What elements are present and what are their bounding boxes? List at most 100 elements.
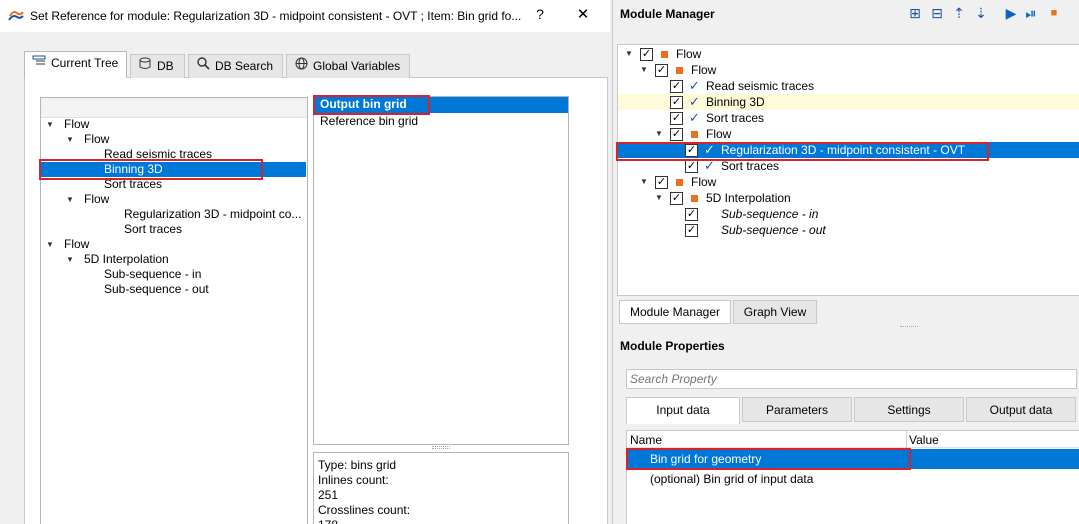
tree-item-label: Flow [64,237,90,251]
search-icon [195,55,211,77]
run-icon[interactable]: ▶ [1003,5,1019,21]
module-tree-label: Flow [706,127,732,141]
tree-item-label: Sub-sequence - in [104,267,202,281]
enable-checkbox[interactable]: ✓ [670,80,683,93]
flow-icon [676,67,683,74]
tab-input-data[interactable]: Input data [626,397,740,424]
splitter-handle[interactable] [900,326,918,329]
module-tree-row[interactable]: ✓ Sub-sequence - in [618,206,1079,222]
module-manager-title: Module Manager [620,7,715,21]
module-check-icon: ✓ [704,142,715,157]
enable-checkbox[interactable]: ✓ [670,112,683,125]
expand-arrow-icon[interactable]: ▼ [66,192,74,207]
splitter-handle[interactable] [432,446,450,449]
flow-icon [661,51,668,58]
table-row[interactable]: (optional) Bin grid of input data [627,472,813,488]
module-tree-row[interactable]: ▼ ✓ Flow [618,62,1079,78]
tab-graph-view[interactable]: Graph View [733,300,817,324]
move-down-icon[interactable]: ⇣ [973,5,989,21]
list-item-label: Reference bin grid [320,114,419,128]
tab-module-manager[interactable]: Module Manager [619,300,731,324]
expand-arrow-icon[interactable]: ▼ [655,190,663,205]
stop-icon[interactable]: ■ [1046,5,1062,21]
enable-checkbox[interactable]: ✓ [655,64,668,77]
expand-arrow-icon[interactable]: ▼ [66,132,74,147]
module-tree-label: Sub-sequence - in [721,207,819,221]
expand-arrow-icon[interactable]: ▼ [625,46,633,61]
add-module-icon[interactable]: ⊞ [907,5,923,21]
module-tree-label: Sub-sequence - out [721,223,826,237]
remove-module-icon[interactable]: ⊟ [929,5,945,21]
module-tree-row[interactable]: ✓ ✓ Read seismic traces [618,78,1079,94]
flow-icon [676,179,683,186]
column-divider [906,431,907,448]
tab-label: Global Variables [313,59,401,73]
enable-checkbox[interactable]: ✓ [640,48,653,61]
module-tree-row[interactable]: ▼ ✓ Flow [618,46,1079,62]
tab-settings[interactable]: Settings [854,397,964,422]
tab-parameters[interactable]: Parameters [742,397,852,422]
module-tree-row[interactable]: ▼ ✓ Flow [618,126,1079,142]
run-step-icon[interactable]: ⏯ [1023,5,1039,21]
expand-arrow-icon[interactable]: ▼ [655,126,663,141]
column-header-name[interactable]: Name [630,433,662,447]
column-header-value[interactable]: Value [909,433,939,447]
app-logo-icon [8,11,24,21]
enable-checkbox[interactable]: ✓ [685,144,698,157]
module-tree-row[interactable]: ▼ ✓ Flow [618,174,1079,190]
tree-item[interactable]: Binning 3D [41,162,306,177]
enable-checkbox[interactable]: ✓ [670,128,683,141]
flow-icon [691,131,698,138]
tab-db[interactable]: DB [130,54,185,78]
set-reference-dialog: Set Reference for module: Regularization… [0,0,610,524]
tab-label: Current Tree [51,56,119,70]
tree-item-label: Flow [64,117,90,131]
info-line: Type: bins grid [318,458,397,472]
reference-items-list[interactable] [313,96,569,445]
module-tree-row[interactable]: ▼ ✓ 5D Interpolation [618,190,1079,206]
tab-db-search[interactable]: DB Search [188,54,283,78]
enable-checkbox[interactable]: ✓ [670,192,683,205]
module-tree-row[interactable]: ✓ ✓ Regularization 3D - midpoint consisten… [618,142,1079,158]
enable-checkbox[interactable]: ✓ [685,224,698,237]
expand-arrow-icon[interactable]: ▼ [46,237,54,252]
tab-current-tree[interactable]: Current Tree [24,51,127,78]
module-tree-row[interactable]: ✓ ✓ Sort traces [618,110,1079,126]
module-properties-title: Module Properties [620,339,725,353]
close-button[interactable]: ✕ [568,4,598,26]
tab-global-variables[interactable]: Global Variables [286,54,410,78]
info-line: Inlines count: [318,473,389,487]
property-name: (optional) Bin grid of input data [650,472,814,486]
list-item-reference-bin-grid[interactable]: Reference bin grid [320,114,418,129]
move-up-icon[interactable]: ⇡ [951,5,967,21]
module-tree-label: Regularization 3D - midpoint consistent … [721,143,966,157]
module-tree-row[interactable]: ✓ ✓ Sort traces [618,158,1079,174]
expand-arrow-icon[interactable]: ▼ [640,174,648,189]
expand-arrow-icon[interactable]: ▼ [46,117,54,132]
tab-label: DB [157,59,174,73]
list-item-output-bin-grid[interactable]: Output bin grid [314,97,568,113]
tree-item-label: Flow [84,192,110,206]
enable-checkbox[interactable]: ✓ [685,208,698,221]
enable-checkbox[interactable]: ✓ [655,176,668,189]
info-line: Crosslines count: [318,503,411,517]
module-tree-row[interactable]: ✓ Sub-sequence - out [618,222,1079,238]
tab-output-data[interactable]: Output data [966,397,1076,422]
tree-item-label: Read seismic traces [104,147,213,161]
enable-checkbox[interactable]: ✓ [685,160,698,173]
help-button[interactable]: ? [532,6,548,26]
search-property-input[interactable]: Search Property [626,369,1077,389]
module-tree-label: 5D Interpolation [706,191,791,205]
tree-item-label: Sub-sequence - out [104,282,209,296]
tree-item-label: Regularization 3D - midpoint co... [124,207,302,221]
list-item-label: Output bin grid [320,97,407,111]
expand-arrow-icon[interactable]: ▼ [66,252,74,267]
module-tree-row[interactable]: ✓ ✓ Binning 3D [618,94,1079,110]
flow-icon [691,195,698,202]
tree-item-label: 5D Interpolation [84,252,169,266]
info-line: 251 [318,488,339,502]
tree-item-label: Flow [84,132,110,146]
expand-arrow-icon[interactable]: ▼ [640,62,648,77]
table-row[interactable]: Bin grid for geometry [627,449,1079,469]
enable-checkbox[interactable]: ✓ [670,96,683,109]
